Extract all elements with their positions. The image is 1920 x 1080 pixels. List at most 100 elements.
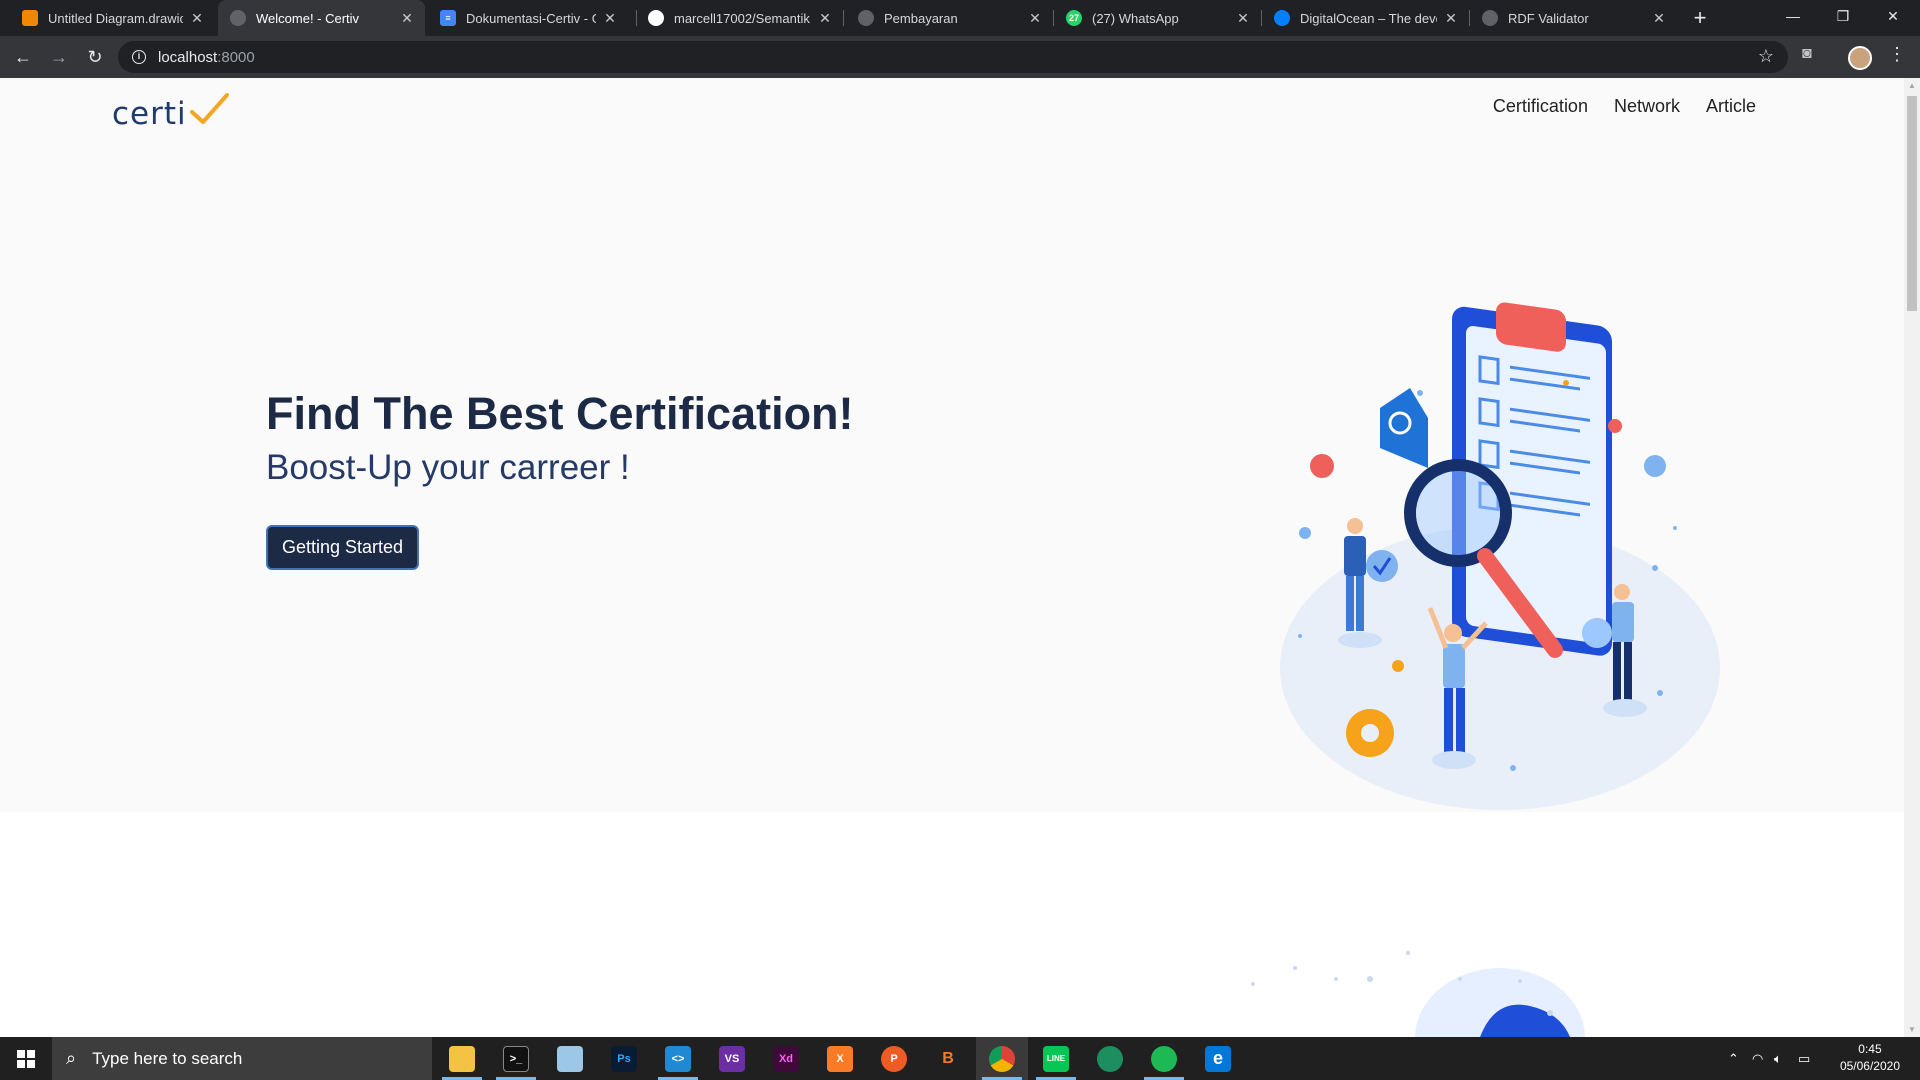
vscode-icon: <> xyxy=(665,1045,691,1072)
taskbar-app-xampp[interactable]: X xyxy=(814,1037,866,1080)
tab-title: Welcome! - Certiv xyxy=(256,10,360,26)
minimize-icon[interactable]: — xyxy=(1770,0,1816,32)
bookmark-star-icon[interactable]: ☆ xyxy=(1758,46,1774,67)
docs-favicon-icon: ≡ xyxy=(440,10,456,26)
folder-icon xyxy=(449,1045,475,1072)
tab-certiv[interactable]: Welcome! - Certiv ✕ xyxy=(218,0,425,36)
visual-studio-icon: VS xyxy=(719,1045,745,1072)
close-window-icon[interactable]: ✕ xyxy=(1870,0,1916,32)
tab-title: DigitalOcean – The developer cloud xyxy=(1300,10,1437,26)
vertical-scrollbar[interactable]: ▲ ▼ xyxy=(1904,78,1920,1037)
taskbar-app-vscode[interactable]: <> xyxy=(652,1037,704,1080)
taskbar-search-input[interactable]: ⌕ Type here to search xyxy=(52,1037,432,1080)
hero-title: Find The Best Certification! xyxy=(266,388,854,439)
close-icon[interactable]: ✕ xyxy=(817,10,833,27)
restore-icon[interactable]: ❐ xyxy=(1820,0,1866,32)
github-icon xyxy=(648,10,664,26)
taskbar-app-postman[interactable]: P xyxy=(868,1037,920,1080)
taskbar-app-visual-studio[interactable]: VS xyxy=(706,1037,758,1080)
edge-icon: e xyxy=(1205,1045,1231,1072)
volume-icon[interactable]: 🔈︎ xyxy=(1774,1037,1782,1080)
taskbar-app-spotify[interactable] xyxy=(1138,1037,1190,1080)
battery-icon[interactable]: ▭ xyxy=(1798,1037,1810,1080)
taskbar-app-terminal[interactable]: >_ xyxy=(490,1037,542,1080)
section-illustration xyxy=(1251,951,1585,1037)
photoshop-icon: Ps xyxy=(611,1045,637,1072)
whatsapp-icon: 27 xyxy=(1066,10,1082,26)
close-icon[interactable]: ✕ xyxy=(189,10,205,27)
close-icon[interactable]: ✕ xyxy=(1235,10,1251,27)
new-tab-button[interactable]: + xyxy=(1686,4,1714,32)
scroll-down-icon[interactable]: ▼ xyxy=(1904,1025,1920,1034)
hero-illustration xyxy=(1280,302,1720,810)
start-button[interactable] xyxy=(0,1037,52,1080)
forward-arrow-icon[interactable]: → xyxy=(46,44,72,70)
checkmark-icon xyxy=(189,93,229,124)
tab-drawio[interactable]: Untitled Diagram.drawio ✕ xyxy=(10,0,215,36)
windows-taskbar: ⌕ Type here to search >_ Ps <> VS Xd X P… xyxy=(0,1037,1920,1080)
tab-digitalocean[interactable]: DigitalOcean – The developer cloud ✕ xyxy=(1262,0,1469,36)
tab-whatsapp[interactable]: 27 (27) WhatsApp ✕ xyxy=(1054,0,1261,36)
taskbar-app-chrome[interactable] xyxy=(976,1037,1028,1080)
wifi-icon[interactable]: ◠ xyxy=(1752,1037,1763,1080)
address-bar[interactable]: i localhost :8000 ☆ xyxy=(118,41,1788,73)
scroll-up-icon[interactable]: ▲ xyxy=(1904,81,1920,90)
search-placeholder: Type here to search xyxy=(92,1048,243,1068)
url-host: localhost xyxy=(158,48,218,66)
scrollbar-thumb[interactable] xyxy=(1907,96,1917,311)
reload-icon[interactable]: ↻ xyxy=(82,44,108,70)
taskbar-app-maps[interactable] xyxy=(1084,1037,1136,1080)
close-icon[interactable]: ✕ xyxy=(1651,10,1667,27)
tab-title: marcell17002/Semantik xyxy=(674,10,810,26)
tab-pembayaran[interactable]: Pembayaran ✕ xyxy=(846,0,1053,36)
camera-icon[interactable]: ◙ xyxy=(1802,45,1812,63)
line-icon: LINE xyxy=(1043,1045,1069,1072)
taskbar-app-blender[interactable]: B xyxy=(922,1037,974,1080)
nav-link-network[interactable]: Network xyxy=(1614,96,1680,117)
tab-title: (27) WhatsApp xyxy=(1092,10,1179,26)
main-nav: Certification Network Article xyxy=(1493,96,1756,117)
close-icon[interactable]: ✕ xyxy=(1443,10,1459,27)
map-pin-icon xyxy=(1097,1045,1123,1072)
tab-github[interactable]: marcell17002/Semantik ✕ xyxy=(636,0,843,36)
taskbar-app-file-explorer[interactable] xyxy=(436,1037,488,1080)
tab-title: RDF Validator xyxy=(1508,10,1589,26)
tab-google-docs[interactable]: ≡ Dokumentasi-Certiv - Google Docs ✕ xyxy=(428,0,628,36)
nav-link-article[interactable]: Article xyxy=(1706,96,1756,117)
close-icon[interactable]: ✕ xyxy=(1027,10,1043,27)
digitalocean-icon xyxy=(1274,10,1290,26)
kebab-menu-icon[interactable]: ⋮ xyxy=(1888,44,1906,65)
system-clock[interactable]: 0:45 05/06/2020 xyxy=(1840,1041,1900,1075)
tray-chevron-icon[interactable]: ⌃ xyxy=(1728,1037,1739,1080)
clock-time: 0:45 xyxy=(1858,1042,1882,1056)
taskbar-app-edge[interactable]: e xyxy=(1192,1037,1244,1080)
taskbar-app-photoshop[interactable]: Ps xyxy=(598,1037,650,1080)
getting-started-button[interactable]: Getting Started xyxy=(266,525,420,570)
site-logo[interactable]: certi xyxy=(112,92,229,132)
back-arrow-icon[interactable]: ← xyxy=(10,44,36,70)
clock-date: 05/06/2020 xyxy=(1839,1059,1900,1073)
search-icon: ⌕ xyxy=(66,1048,77,1068)
tab-rdf-validator[interactable]: RDF Validator ✕ xyxy=(1470,0,1677,36)
adobe-xd-icon: Xd xyxy=(773,1045,799,1072)
terminal-icon: >_ xyxy=(503,1045,529,1072)
nav-link-certification[interactable]: Certification xyxy=(1493,96,1588,117)
taskbar-app-adobe-xd[interactable]: Xd xyxy=(760,1037,812,1080)
tab-title: Untitled Diagram.drawio xyxy=(48,10,183,26)
tab-separator xyxy=(843,10,844,26)
taskbar-app-line[interactable]: LINE xyxy=(1030,1037,1082,1080)
xampp-icon: X xyxy=(827,1045,853,1072)
avatar[interactable] xyxy=(1848,46,1872,70)
notes-icon xyxy=(557,1045,583,1072)
tab-title: Dokumentasi-Certiv - Google Docs xyxy=(466,10,596,26)
spotify-icon xyxy=(1151,1045,1177,1072)
drawio-favicon-icon xyxy=(22,10,38,26)
close-icon[interactable]: ✕ xyxy=(399,10,415,27)
browser-tab-strip: Untitled Diagram.drawio ✕ Welcome! - Cer… xyxy=(0,0,1920,36)
taskbar-app-notes[interactable] xyxy=(544,1037,596,1080)
info-icon[interactable]: i xyxy=(132,50,146,64)
close-icon[interactable]: ✕ xyxy=(602,10,618,27)
globe-icon xyxy=(230,10,246,26)
globe-icon xyxy=(1482,10,1498,26)
chrome-icon xyxy=(989,1045,1015,1072)
